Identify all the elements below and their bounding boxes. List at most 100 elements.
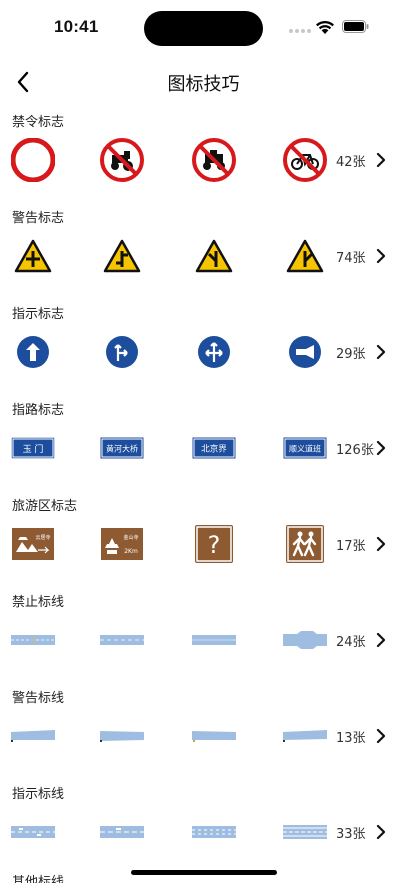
no-tractor-icon [100, 138, 144, 182]
tourist-sign-icon: 金山寺 2Km [101, 528, 143, 560]
sign-beijing-border[interactable]: 北京界 [181, 415, 247, 481]
more-button[interactable] [374, 533, 388, 555]
road-marking-icon [283, 730, 327, 742]
more-button[interactable] [374, 821, 388, 843]
marking-3[interactable] [181, 607, 247, 673]
chevron-right-icon [376, 728, 386, 744]
sign-all-directions[interactable] [181, 319, 247, 385]
straight-or-right-icon [106, 336, 138, 368]
road-marking-icon [11, 635, 55, 645]
road-marking-icon [100, 731, 144, 742]
chevron-right-icon [376, 536, 386, 552]
marking-2[interactable] [89, 607, 155, 673]
more-button[interactable] [374, 341, 388, 363]
marking-3[interactable] [181, 703, 247, 769]
junction-warning-icon [103, 239, 141, 273]
sign-no-bicycle[interactable] [272, 127, 338, 193]
sign-tourist-info[interactable]: ? [181, 511, 247, 577]
tourist-sign-text: 云居寺 [35, 535, 50, 541]
section-warning-markings: 警告标线 13张 [0, 687, 407, 783]
sign-jinshan-temple[interactable]: 金山寺 2Km [89, 511, 155, 577]
sign-yellow-river-bridge[interactable]: 黄河大桥 [89, 415, 155, 481]
question-mark-icon: ? [195, 525, 233, 563]
section-instruction-signs: 指示标志 29张 [0, 303, 407, 399]
tourist-sign-text: 金山寺 [123, 534, 138, 541]
status-time: 10:41 [54, 17, 99, 36]
marking-1[interactable] [0, 703, 66, 769]
section-guide-signs: 指路标志 玉 门 黄河大桥 北京界 顺义道班 126张 [0, 399, 407, 495]
no-entry-icon [11, 138, 55, 182]
status-bar: 10:41 [0, 0, 407, 58]
sign-yunju-temple[interactable]: 云居寺 [0, 511, 66, 577]
sign-count: 74张 [336, 251, 366, 266]
guide-sign-text: 黄河大桥 [106, 444, 138, 454]
road-marking-icon [100, 826, 144, 838]
hiking-icon [286, 525, 324, 563]
road-marking-icon [11, 826, 55, 838]
chevron-right-icon [376, 824, 386, 840]
more-button[interactable] [374, 149, 388, 171]
chevron-right-icon [376, 152, 386, 168]
sign-row[interactable]: 玉 门 黄河大桥 北京界 顺义道班 126张 [0, 415, 407, 481]
tourist-sign-distance: 2Km [124, 548, 138, 555]
road-marking-icon [283, 825, 327, 839]
marking-1[interactable] [0, 799, 66, 865]
marking-3[interactable] [181, 799, 247, 865]
section-instruction-markings: 指示标线 33张 [0, 783, 407, 879]
guide-sign-text: 北京界 [201, 444, 227, 455]
sign-horn[interactable] [272, 319, 338, 385]
marking-row[interactable]: 24张 [0, 607, 407, 673]
section-title: 其他标线 [12, 875, 65, 883]
section-prohibition-signs: 禁令标志 42张 [0, 111, 407, 207]
sign-no-motor-tricycle[interactable] [181, 127, 247, 193]
sign-no-entry[interactable] [0, 127, 66, 193]
sign-count: 126张 [336, 443, 374, 458]
sign-straight-ahead[interactable] [0, 319, 66, 385]
home-indicator [131, 870, 277, 875]
sign-row[interactable]: 云居寺 金山寺 2Km ? 17张 [0, 511, 407, 577]
sign-straight-or-right[interactable] [89, 319, 155, 385]
crossroads-warning-icon [14, 239, 52, 273]
marking-1[interactable] [0, 607, 66, 673]
guide-sign-icon: 玉 门 [11, 437, 55, 459]
marking-4[interactable] [272, 607, 338, 673]
no-bicycle-icon [283, 138, 327, 182]
sign-merge[interactable] [272, 223, 338, 289]
no-tricycle-icon [192, 138, 236, 182]
sign-hiking[interactable] [272, 511, 338, 577]
marking-row[interactable]: 13张 [0, 703, 407, 769]
tourist-sign-symbol: ? [208, 531, 221, 559]
sign-crossroads[interactable] [0, 223, 66, 289]
sign-side-road[interactable] [181, 223, 247, 289]
guide-sign-icon: 黄河大桥 [100, 437, 144, 459]
section-warning-signs: 警告标志 74张 [0, 207, 407, 303]
sign-yumen[interactable]: 玉 门 [0, 415, 66, 481]
chevron-right-icon [376, 440, 386, 456]
sign-row[interactable]: 74张 [0, 223, 407, 289]
marking-row[interactable]: 33张 [0, 799, 407, 865]
cellular-signal-icon [289, 29, 311, 33]
nav-bar: 图标技巧 [0, 58, 407, 106]
sign-shunyi-road-team[interactable]: 顺义道班 [272, 415, 338, 481]
marking-4[interactable] [272, 799, 338, 865]
sign-row[interactable]: 29张 [0, 319, 407, 385]
sign-row[interactable]: 42张 [0, 127, 407, 193]
sign-no-tractor[interactable] [89, 127, 155, 193]
battery-icon [342, 20, 369, 33]
more-button[interactable] [374, 245, 388, 267]
sign-staggered-junction[interactable] [89, 223, 155, 289]
more-button[interactable] [374, 629, 388, 651]
road-marking-icon [11, 730, 55, 742]
guide-sign-icon: 顺义道班 [283, 437, 327, 459]
marking-2[interactable] [89, 703, 155, 769]
wifi-icon [316, 20, 334, 34]
tourist-sign-icon: 云居寺 [12, 528, 54, 560]
more-button[interactable] [374, 725, 388, 747]
more-button[interactable] [374, 437, 388, 459]
chevron-right-icon [376, 248, 386, 264]
marking-2[interactable] [89, 799, 155, 865]
road-marking-icon [283, 631, 327, 649]
guide-sign-text: 顺义道班 [289, 444, 321, 454]
road-marking-icon [100, 635, 144, 645]
marking-4[interactable] [272, 703, 338, 769]
